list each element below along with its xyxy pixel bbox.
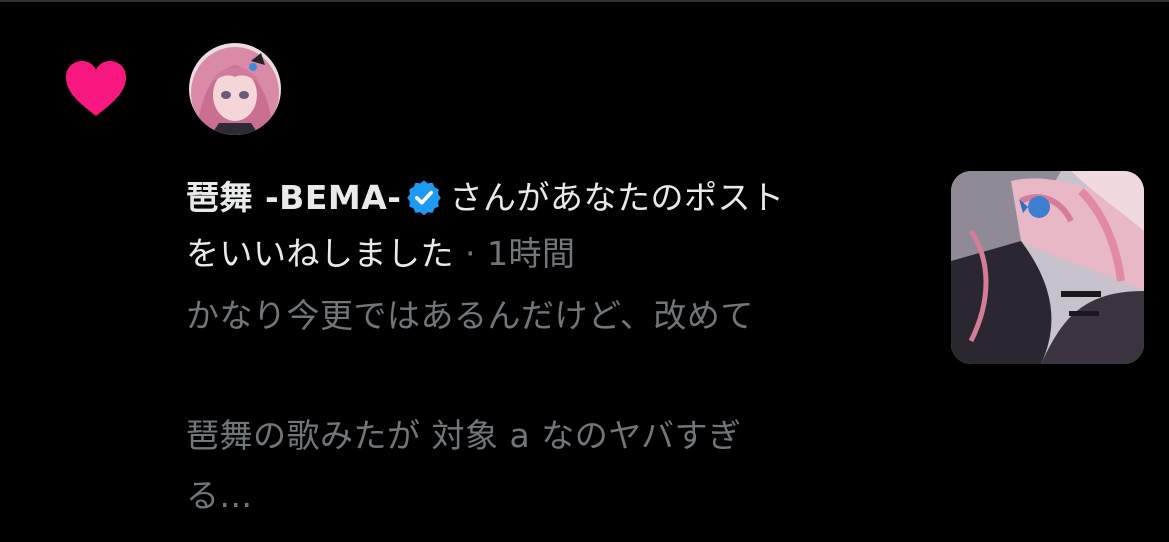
- preview-line-2: 琶舞の歌みたが 対象 a なのヤバすぎ: [186, 416, 742, 455]
- avatar[interactable]: [189, 43, 281, 135]
- post-preview[interactable]: かなり今更ではあるんだけど、改めて 琶舞の歌みたが 対象 a なのヤバすぎ る.…: [186, 286, 916, 526]
- action-text-1: さんがあなたのポスト: [449, 178, 785, 217]
- preview-line-3: る...: [186, 476, 253, 515]
- preview-line-1: かなり今更ではあるんだけど、改めて: [186, 296, 754, 335]
- notification-text[interactable]: 琶舞 -BEMA- さんがあなたのポスト をいいねしました · 1時間: [186, 170, 916, 282]
- notification-line-1: 琶舞 -BEMA- さんがあなたのポスト: [186, 170, 916, 226]
- post-media-thumbnail[interactable]: [951, 171, 1144, 364]
- top-divider: [0, 0, 1169, 2]
- timestamp: 1時間: [486, 234, 576, 273]
- action-text-2: をいいねしました: [186, 234, 454, 273]
- user-name[interactable]: 琶舞 -BEMA-: [186, 178, 401, 217]
- preview-spacer: [186, 346, 916, 406]
- separator-dot: ·: [454, 234, 487, 273]
- verified-badge-icon: [407, 180, 442, 216]
- anime-avatar-image: [189, 43, 281, 135]
- notification-line-2: をいいねしました · 1時間: [186, 226, 916, 282]
- thumbnail-image: [951, 171, 1144, 364]
- heart-icon: [66, 61, 126, 116]
